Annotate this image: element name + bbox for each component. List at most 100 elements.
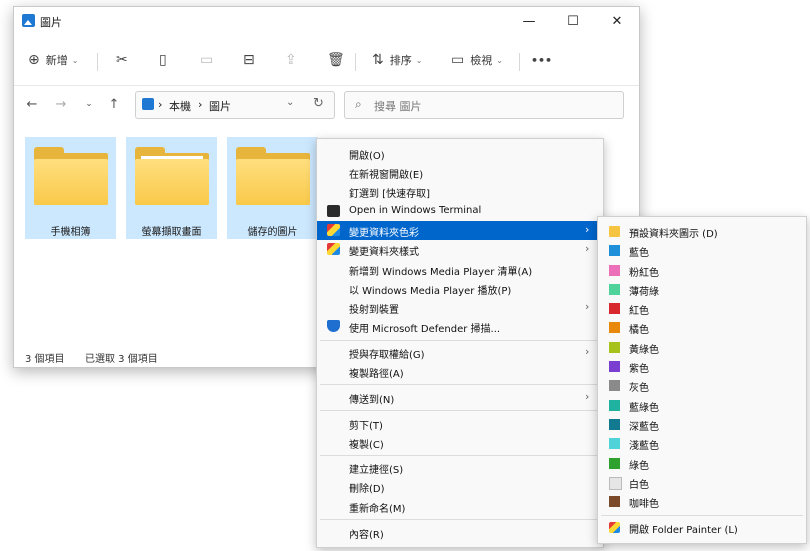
refresh-icon[interactable]: ↻: [313, 96, 324, 111]
menu-item-open-new-window[interactable]: 在新視窗開啟(E): [317, 163, 603, 182]
folder-painter-icon: [609, 522, 620, 533]
paste-icon: ▭: [200, 52, 214, 68]
menu-item-change-folder-color[interactable]: 變更資料夾色彩 ›: [317, 221, 603, 240]
menu-item-send-to[interactable]: 傳送到(N) ›: [317, 388, 603, 407]
color-option-label: 預設資料夾圖示 (D): [629, 229, 718, 240]
folder-name: 儲存的圖片: [247, 227, 298, 238]
menu-divider: [320, 455, 600, 456]
color-option-mint[interactable]: 薄荷綠: [598, 280, 806, 299]
new-button[interactable]: ⊕ 新增 ⌄: [28, 45, 78, 75]
view-label: 檢視: [470, 54, 493, 67]
menu-item-open-terminal[interactable]: Open in Windows Terminal: [317, 202, 603, 221]
menu-item-create-shortcut[interactable]: 建立捷徑(S): [317, 458, 603, 477]
color-option-white[interactable]: 白色: [598, 473, 806, 492]
folder-item[interactable]: 儲存的圖片: [227, 137, 318, 239]
color-option-pink[interactable]: 粉紅色: [598, 261, 806, 280]
menu-item-label: 重新命名(M): [349, 504, 406, 515]
menu-item-label: 開啟(O): [349, 151, 385, 162]
menu-item-defender-scan[interactable]: 使用 Microsoft Defender 掃描...: [317, 317, 603, 336]
breadcrumb-pictures[interactable]: 圖片: [209, 98, 231, 114]
chevron-down-icon[interactable]: ⌄: [286, 97, 294, 108]
view-button[interactable]: ▭ 檢視 ⌄: [451, 45, 503, 75]
menu-item-play-wmp[interactable]: 以 Windows Media Player 播放(P): [317, 279, 603, 298]
color-option-teal[interactable]: 藍綠色: [598, 396, 806, 415]
maximize-button[interactable]: ☐: [551, 7, 595, 35]
menu-item-copy[interactable]: 複製(C): [317, 433, 603, 452]
recent-chevron-icon[interactable]: ⌄: [80, 95, 98, 113]
color-option-label: 薄荷綠: [629, 287, 659, 298]
color-option-label: 紫色: [629, 364, 649, 375]
color-option-brown[interactable]: 咖啡色: [598, 492, 806, 511]
plus-circle-icon: ⊕: [28, 52, 40, 68]
rename-button[interactable]: ⊟: [243, 45, 255, 75]
color-option-label: 紅色: [629, 306, 649, 317]
menu-divider: [320, 340, 600, 341]
menu-item-label: 內容(R): [349, 530, 384, 541]
menu-item-label: 釘選到 [快速存取]: [349, 189, 430, 200]
cut-button[interactable]: ✂: [116, 45, 128, 75]
menu-item-properties[interactable]: 內容(R): [317, 523, 603, 542]
color-option-dark-blue[interactable]: 深藍色: [598, 415, 806, 434]
menu-item-give-access[interactable]: 授與存取權給(G) ›: [317, 343, 603, 362]
more-options-button[interactable]: •••: [531, 45, 552, 75]
menu-item-cut[interactable]: 剪下(T): [317, 414, 603, 433]
folder-item[interactable]: 手機相簿: [25, 137, 116, 239]
color-option-light-blue[interactable]: 淺藍色: [598, 434, 806, 453]
menu-item-open[interactable]: 開啟(O): [317, 144, 603, 163]
status-selected-count: 已選取 3 個項目: [85, 354, 158, 365]
menu-divider: [601, 515, 803, 516]
menu-item-label: 投射到裝置: [349, 305, 399, 316]
defender-shield-icon: [327, 320, 340, 332]
back-arrow-icon[interactable]: ←: [23, 95, 41, 113]
new-label: 新增: [45, 54, 68, 67]
menu-item-pin-quick-access[interactable]: 釘選到 [快速存取]: [317, 182, 603, 201]
color-swatch-icon: [609, 322, 620, 333]
trash-icon: 🗑: [327, 52, 345, 68]
chevron-down-icon: ⌄: [71, 55, 79, 65]
toolbar-divider: [519, 53, 520, 71]
more-icon: •••: [531, 53, 553, 67]
color-option-default[interactable]: 預設資料夾圖示 (D): [598, 222, 806, 241]
folder-item[interactable]: 螢幕擷取畫面: [126, 137, 217, 239]
share-button[interactable]: ⇪: [285, 45, 297, 75]
paste-button[interactable]: ▭: [200, 45, 213, 75]
delete-button[interactable]: 🗑: [327, 45, 345, 75]
menu-item-copy-path[interactable]: 複製路徑(A): [317, 362, 603, 381]
menu-item-cast-to-device[interactable]: 投射到裝置 ›: [317, 298, 603, 317]
close-button[interactable]: ✕: [595, 7, 639, 35]
breadcrumb-this-pc[interactable]: 本機: [169, 98, 191, 114]
folder-name: 螢幕擷取畫面: [141, 227, 202, 238]
color-option-label: 咖啡色: [629, 499, 659, 510]
forward-arrow-icon[interactable]: →: [52, 95, 70, 113]
copy-button[interactable]: ▯: [159, 45, 167, 75]
folder-icon: [135, 147, 209, 205]
menu-item-label: 以 Windows Media Player 播放(P): [349, 286, 512, 297]
color-option-blue[interactable]: 藍色: [598, 241, 806, 260]
color-option-gray[interactable]: 灰色: [598, 376, 806, 395]
submenu-arrow-icon: ›: [585, 345, 590, 358]
color-option-yellow-green[interactable]: 黃綠色: [598, 338, 806, 357]
sort-button[interactable]: ⇅ 排序 ⌄: [372, 45, 422, 75]
menu-item-delete[interactable]: 刪除(D): [317, 477, 603, 496]
menu-item-label: 剪下(T): [349, 421, 383, 432]
search-box[interactable]: ⌕ 搜尋 圖片: [344, 91, 624, 119]
chevron-down-icon: ⌄: [496, 55, 503, 65]
color-option-red[interactable]: 紅色: [598, 299, 806, 318]
menu-item-add-wmp-list[interactable]: 新增到 Windows Media Player 清單(A): [317, 260, 603, 279]
menu-item-rename[interactable]: 重新命名(M): [317, 497, 603, 516]
color-option-green[interactable]: 綠色: [598, 454, 806, 473]
share-icon: ⇪: [285, 52, 297, 68]
search-placeholder: 搜尋 圖片: [374, 100, 422, 113]
color-option-purple[interactable]: 紫色: [598, 357, 806, 376]
color-option-label: 粉紅色: [629, 268, 659, 279]
color-swatch-icon: [609, 303, 620, 314]
view-icon: ▭: [451, 52, 465, 68]
menu-item-change-folder-style[interactable]: 變更資料夾樣式 ›: [317, 240, 603, 259]
up-arrow-icon[interactable]: ↑: [105, 95, 123, 113]
breadcrumb-separator: ›: [158, 98, 163, 111]
color-option-orange[interactable]: 橘色: [598, 318, 806, 337]
folder-painter-icon: [327, 224, 340, 236]
minimize-button[interactable]: —: [507, 7, 551, 35]
open-folder-painter[interactable]: 開啟 Folder Painter (L): [598, 518, 806, 537]
address-bar[interactable]: › 本機 › 圖片 ⌄ ↻: [135, 91, 335, 119]
